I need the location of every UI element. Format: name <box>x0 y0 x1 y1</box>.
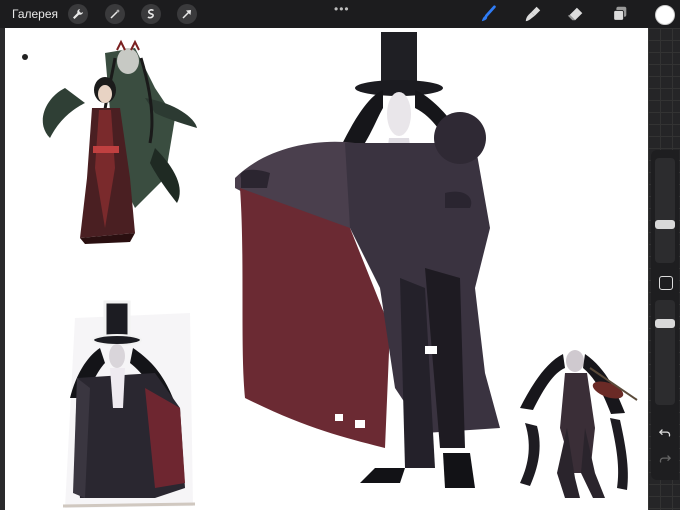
gallery-button[interactable]: Галерея <box>12 7 58 21</box>
opacity-slider[interactable] <box>655 300 675 405</box>
undo-icon[interactable] <box>658 426 672 440</box>
woman-in-kimono-with-demon <box>22 39 197 244</box>
top-hat-caped-man-sketch <box>235 32 500 488</box>
layers-icon[interactable] <box>609 4 631 24</box>
color-picker-button[interactable] <box>655 5 675 25</box>
violinist-figure <box>520 350 638 498</box>
brush-icon[interactable] <box>478 4 500 24</box>
artwork-layer <box>22 32 638 508</box>
top-hat-caped-man-reference <box>62 300 196 508</box>
more-options-icon[interactable]: ••• <box>334 2 350 16</box>
smudge-icon[interactable] <box>522 4 544 24</box>
redo-icon[interactable] <box>658 452 672 466</box>
opacity-knob[interactable] <box>655 319 675 328</box>
selection-icon[interactable] <box>141 4 161 24</box>
brush-size-slider[interactable] <box>655 158 675 263</box>
wrench-icon[interactable] <box>68 4 88 24</box>
magic-wand-icon[interactable] <box>105 4 125 24</box>
eraser-icon[interactable] <box>565 4 587 24</box>
top-toolbar: Галерея ••• <box>0 0 680 28</box>
side-toolbar <box>651 150 679 480</box>
brush-size-knob[interactable] <box>655 220 675 229</box>
drawing-canvas[interactable] <box>5 28 648 510</box>
modify-button[interactable] <box>659 276 673 290</box>
transform-arrow-icon[interactable] <box>177 4 197 24</box>
